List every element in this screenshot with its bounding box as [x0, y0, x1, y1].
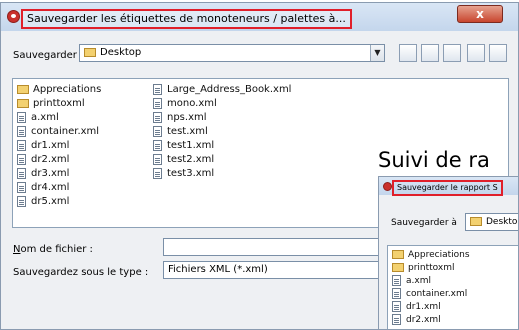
list-item[interactable]: nps.xml [153, 111, 291, 125]
close-button[interactable]: x [457, 5, 503, 23]
title-bar-2: Sauvegarder le rapport S [379, 177, 518, 196]
folder-icon [392, 250, 404, 259]
app-icon [7, 10, 20, 23]
file-icon [17, 181, 26, 193]
overlay-heading: Suivi de ra [378, 148, 490, 172]
file-column-2: Large_Address_Book.xml mono.xml nps.xml … [153, 83, 291, 181]
file-icon [392, 314, 401, 325]
list-item[interactable]: dr2.xml [388, 314, 518, 327]
list-item[interactable]: dr3.xml [17, 167, 101, 181]
file-icon [17, 139, 26, 151]
file-icon [17, 167, 26, 179]
file-icon [153, 153, 162, 165]
dialog-title: Sauvegarder les étiquettes de monoteneur… [21, 9, 352, 29]
file-icon [392, 288, 401, 299]
file-icon [153, 111, 162, 123]
list-item[interactable]: Appreciations [17, 83, 101, 97]
chevron-down-icon[interactable]: ▼ [370, 45, 384, 61]
list-item[interactable]: test3.xml [153, 167, 291, 181]
app-icon [383, 182, 392, 191]
list-item[interactable]: printtoxml [388, 262, 518, 275]
list-item[interactable]: test.xml [153, 125, 291, 139]
back-button[interactable] [399, 44, 417, 62]
title-bar: Sauvegarder les étiquettes de monoteneur… [1, 3, 518, 31]
folder-icon [84, 47, 96, 57]
file-icon [392, 301, 401, 312]
details-view-button[interactable] [489, 44, 507, 62]
dialog2-title: Sauvegarder le rapport S [392, 180, 503, 196]
file-icon [153, 139, 162, 151]
file-icon [153, 83, 162, 95]
file-icon [153, 167, 162, 179]
list-item[interactable]: Large_Address_Book.xml [153, 83, 291, 97]
list-item[interactable]: mono.xml [153, 97, 291, 111]
file-icon [392, 275, 401, 286]
save-in-value: Desktop [100, 47, 142, 58]
new-folder-button[interactable] [443, 44, 461, 62]
home-button[interactable] [421, 44, 439, 62]
list-item[interactable]: a.xml [388, 275, 518, 288]
list-item[interactable]: dr1.xml [388, 301, 518, 314]
file-column-1: Appreciations printtoxml a.xml container… [17, 83, 101, 209]
file-icon [17, 111, 26, 123]
folder-icon [470, 217, 482, 226]
filename-label: Nom de fichier : [13, 244, 93, 255]
folder-icon [17, 84, 29, 94]
list-item[interactable]: a.xml [17, 111, 101, 125]
file-icon [153, 97, 162, 109]
list-item[interactable]: Appreciations [388, 249, 518, 262]
list-item[interactable]: test1.xml [153, 139, 291, 153]
list-item[interactable]: dr2.xml [17, 153, 101, 167]
save-in-label-2: Sauvegarder à [391, 218, 457, 228]
file-icon [17, 153, 26, 165]
list-item[interactable]: dr5.xml [17, 195, 101, 209]
list-view-button[interactable] [467, 44, 485, 62]
list-item[interactable]: dr4.xml [17, 181, 101, 195]
file-icon [153, 125, 162, 137]
filetype-value: Fichiers XML (*.xml) [168, 264, 268, 275]
save-in-label: Sauvegarder à [13, 50, 87, 61]
folder-icon [17, 98, 29, 108]
save-in-dropdown[interactable]: Desktop ▼ [79, 44, 385, 62]
folder-icon [392, 263, 404, 272]
list-item[interactable]: test2.xml [153, 153, 291, 167]
file-list-2[interactable]: Appreciations printtoxml a.xml container… [387, 245, 518, 329]
list-item[interactable]: container.xml [388, 288, 518, 301]
save-in-dropdown-2[interactable]: Deskto [465, 213, 518, 231]
filetype-label: Sauvegardez sous le type : [13, 267, 149, 278]
second-save-dialog: Sauvegarder le rapport S Sauvegarder à D… [378, 176, 519, 330]
file-icon [17, 125, 26, 137]
list-item[interactable]: printtoxml [17, 97, 101, 111]
list-item[interactable]: dr1.xml [17, 139, 101, 153]
list-item[interactable]: container.xml [17, 125, 101, 139]
file-icon [17, 195, 26, 207]
